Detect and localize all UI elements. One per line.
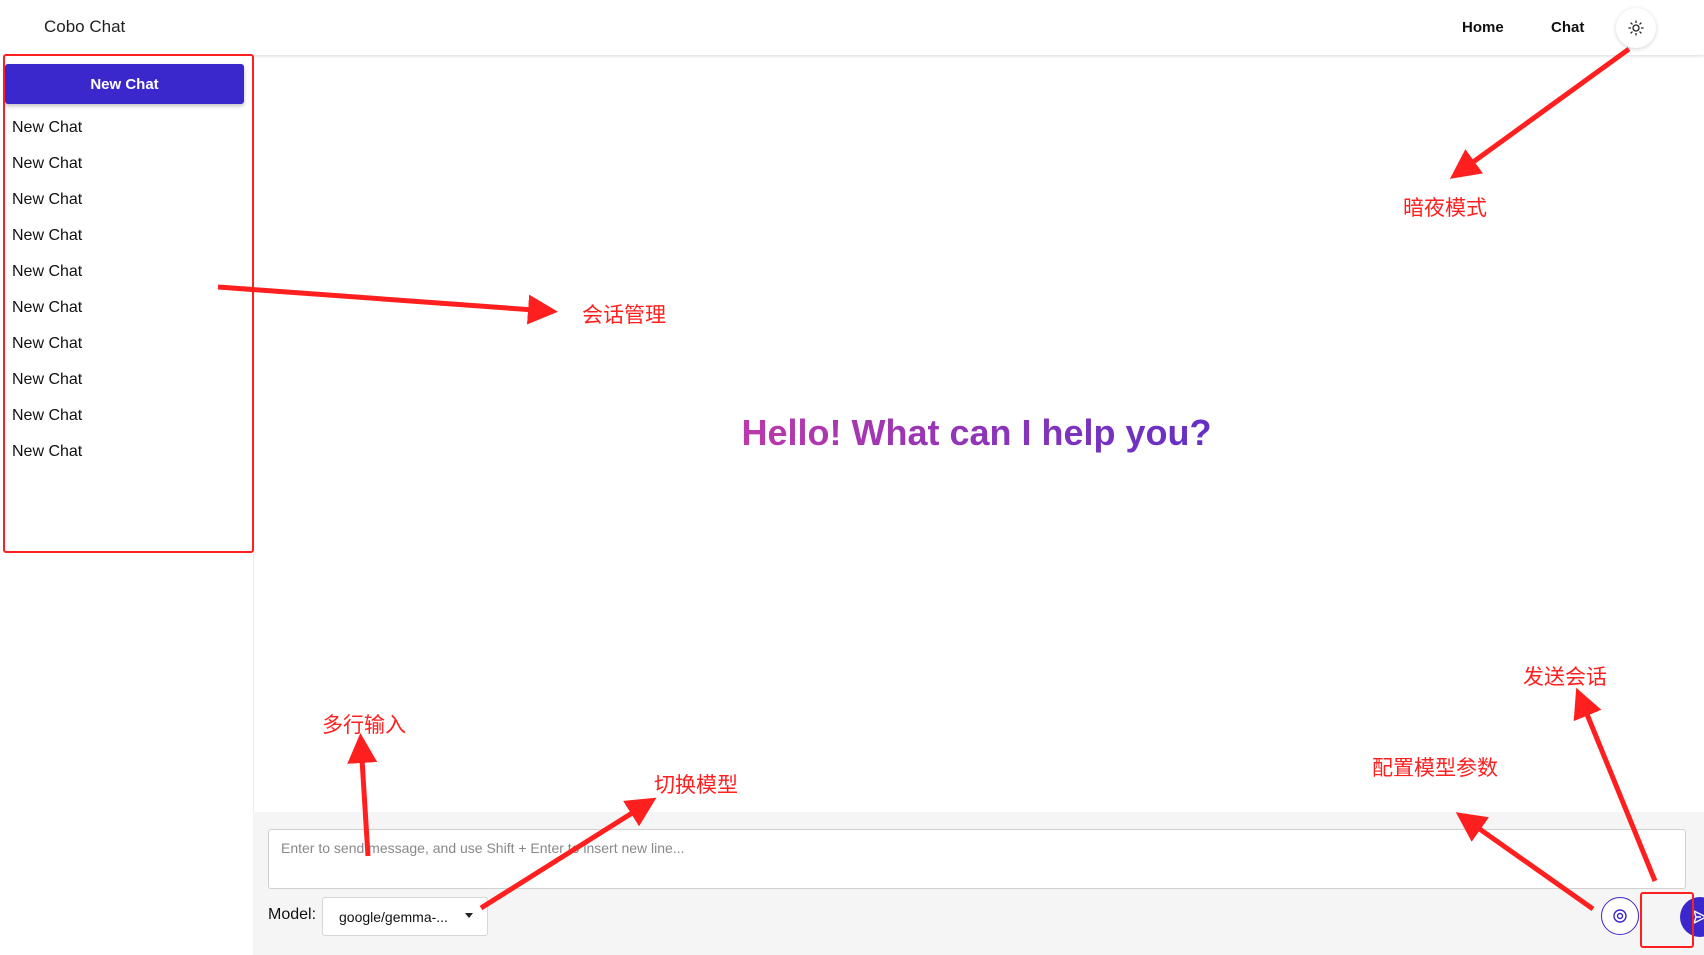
- top-header: Cobo Chat Home Chat: [0, 0, 1704, 55]
- composer-panel: Model: google/gemma-...: [253, 812, 1704, 955]
- theme-toggle-button[interactable]: [1616, 8, 1656, 48]
- message-input[interactable]: [268, 829, 1686, 889]
- annotation-multiline-input: 多行输入: [322, 713, 406, 737]
- caret-down-icon: [465, 913, 473, 918]
- send-annotation-box: [1640, 892, 1694, 948]
- settings-icon: [1613, 909, 1627, 923]
- annotation-dark-mode: 暗夜模式: [1403, 196, 1487, 220]
- greeting-heading: Hello! What can I help you?: [700, 412, 1253, 454]
- annotation-switch-model: 切换模型: [654, 773, 738, 797]
- app-title: Cobo Chat: [44, 17, 126, 36]
- model-label: Model:: [268, 906, 317, 923]
- model-select-value: google/gemma-...: [339, 909, 448, 925]
- arrow-session: [217, 284, 558, 325]
- model-settings-button[interactable]: [1601, 897, 1639, 935]
- nav-chat-link[interactable]: Chat: [1551, 19, 1584, 36]
- session-annotation-box: [3, 54, 254, 553]
- annotation-send-chat: 发送会话: [1523, 665, 1607, 689]
- arrow-dark-mode: [1449, 46, 1631, 179]
- model-select[interactable]: google/gemma-...: [322, 897, 488, 936]
- sun-icon: [1628, 20, 1644, 36]
- annotation-session-management: 会话管理: [582, 303, 666, 327]
- nav-home-link[interactable]: Home: [1462, 19, 1504, 36]
- annotation-config-params: 配置模型参数: [1372, 756, 1498, 780]
